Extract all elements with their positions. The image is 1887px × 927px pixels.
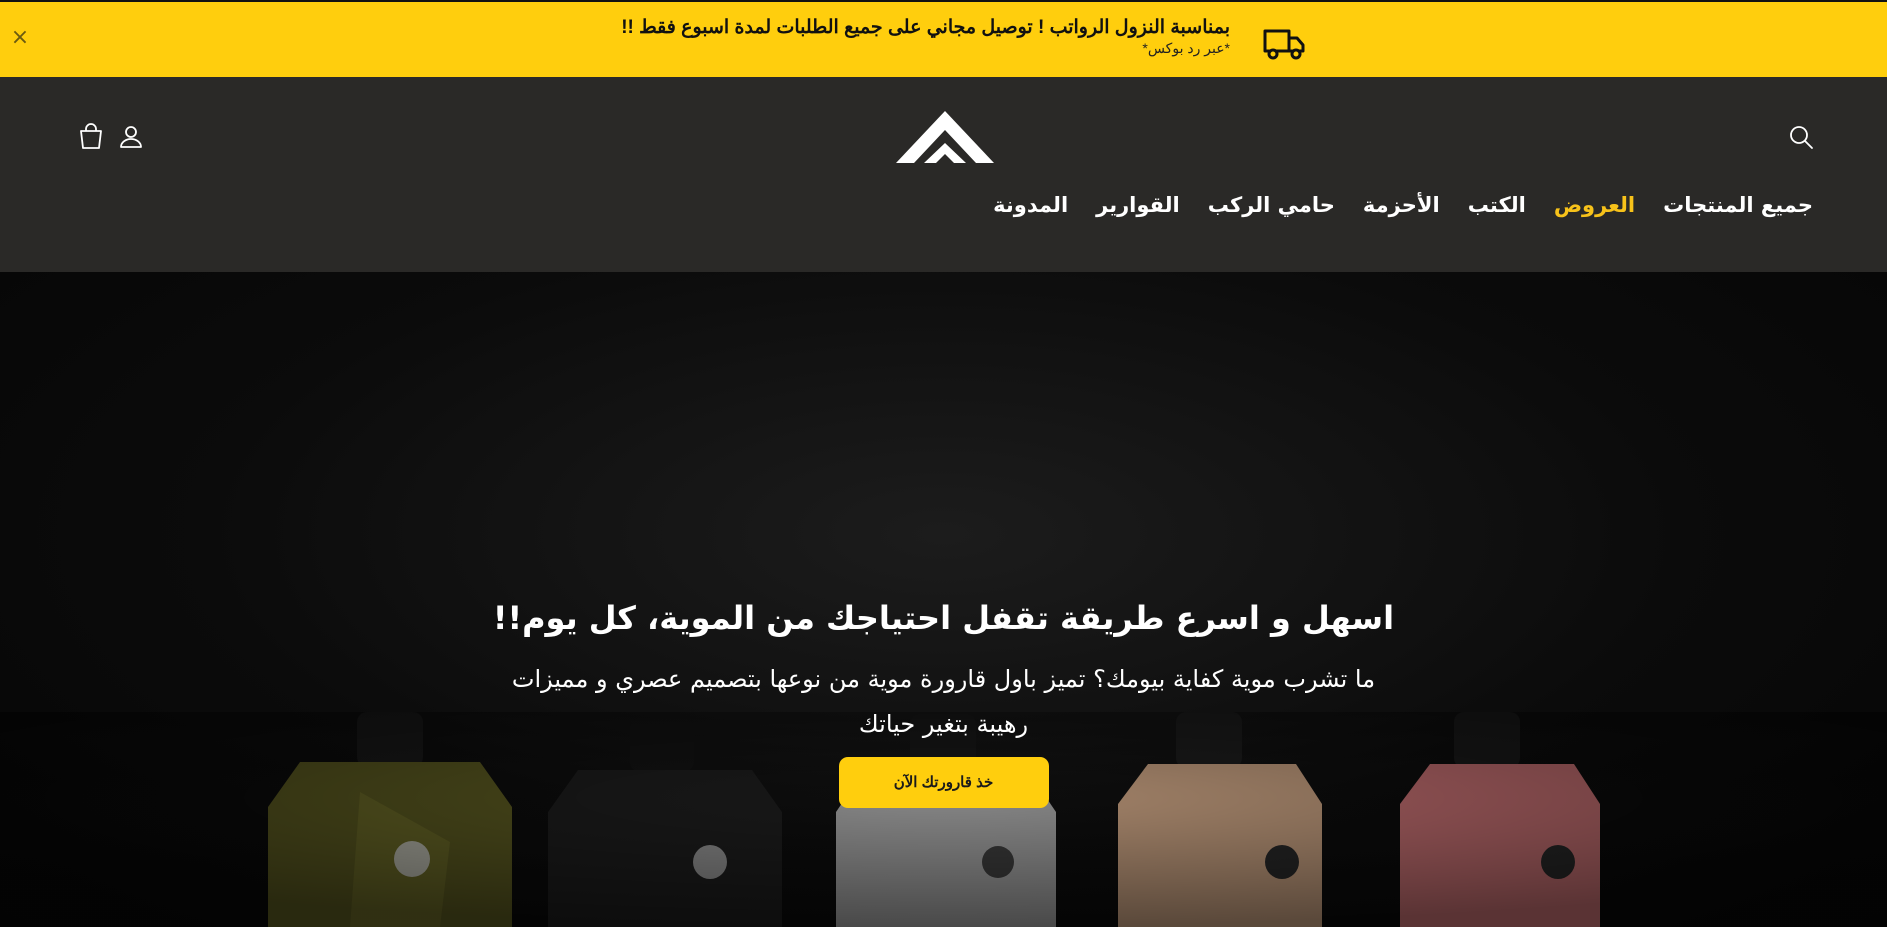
- nav-item-knee-sleeves[interactable]: حامي الركب: [1208, 193, 1335, 217]
- nav-item-offers[interactable]: العروض: [1554, 193, 1635, 217]
- user-icon[interactable]: [116, 122, 146, 152]
- hero-description: ما تشرب موية كفاية بيومك؟ تميز باول قارو…: [511, 665, 1376, 738]
- brand-logo[interactable]: [894, 109, 996, 167]
- search-icon[interactable]: [1786, 122, 1816, 152]
- cart-icon[interactable]: [76, 122, 106, 152]
- announcement-main-text: بمناسبة النزول الرواتب ! توصيل مجاني على…: [621, 17, 1230, 38]
- main-navigation: جميع المنتجات العروض الكتب الأحزمة حامي …: [993, 193, 1813, 217]
- nav-item-blog[interactable]: المدونة: [993, 193, 1068, 217]
- hero-content: اسهل و اسرع طريقة تقفل احتياجك من الموية…: [0, 597, 1887, 808]
- announcement-sub-text: *عبر رد بوكس*: [1142, 40, 1230, 56]
- nav-item-bottles[interactable]: القوارير: [1096, 193, 1180, 217]
- delivery-truck-icon: [1263, 29, 1305, 60]
- shop-bottle-button[interactable]: خذ قارورتك الآن: [838, 757, 1049, 808]
- site-header: جميع المنتجات العروض الكتب الأحزمة حامي …: [0, 77, 1887, 272]
- hero-banner: اسهل و اسرع طريقة تقفل احتياجك من الموية…: [0, 272, 1887, 927]
- nav-item-books[interactable]: الكتب: [1468, 193, 1526, 217]
- nav-item-belts[interactable]: الأحزمة: [1363, 193, 1440, 217]
- nav-item-all-products[interactable]: جميع المنتجات: [1663, 193, 1813, 217]
- hero-title: اسهل و اسرع طريقة تقفل احتياجك من الموية…: [492, 599, 1395, 637]
- announcement-text: بمناسبة النزول الرواتب ! توصيل مجاني على…: [621, 16, 1230, 56]
- announcement-bar: × بمناسبة النزول الرواتب ! توصيل مجاني ع…: [0, 0, 1887, 77]
- close-icon[interactable]: ×: [8, 26, 32, 50]
